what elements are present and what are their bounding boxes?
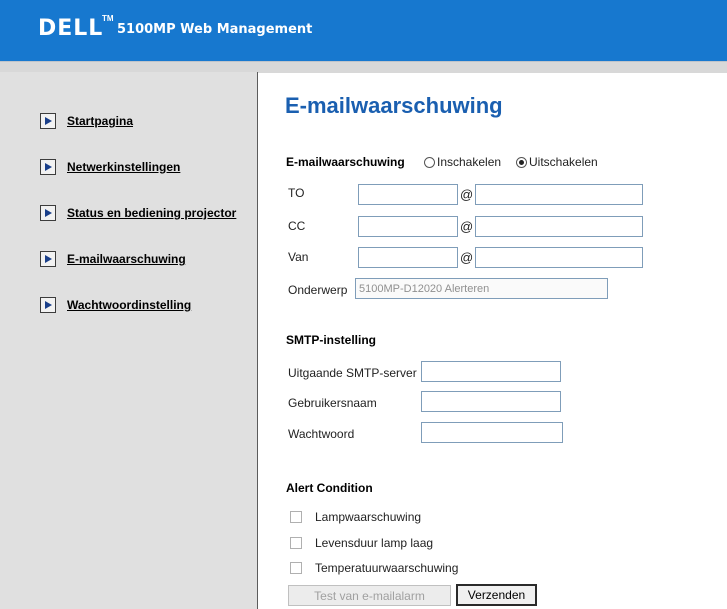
lamp-warning-label: Lampwaarschuwing: [315, 510, 422, 524]
play-arrow-icon: [40, 297, 56, 313]
alert-condition-heading: Alert Condition: [286, 481, 373, 495]
subject-input[interactable]: [355, 278, 608, 299]
cc-label: CC: [288, 219, 306, 233]
sidebar-item-label[interactable]: E-mailwaarschuwing: [67, 252, 186, 266]
lamp-life-label: Levensduur lamp laag: [315, 536, 434, 550]
radio-disable[interactable]: [516, 157, 527, 168]
sidebar-item-wachtwoordinstelling[interactable]: Wachtwoordinstelling: [40, 296, 191, 314]
radio-enable[interactable]: [424, 157, 435, 168]
play-arrow-icon: [40, 113, 56, 129]
to-label: TO: [288, 186, 305, 200]
at-symbol: @: [460, 219, 474, 234]
sidebar: Startpagina Netwerkinstellingen Status e…: [0, 72, 258, 609]
sidebar-item-startpagina[interactable]: Startpagina: [40, 112, 133, 130]
from-user-input[interactable]: [358, 247, 458, 268]
lamp-warning-checkbox[interactable]: [290, 511, 302, 523]
play-arrow-icon: [40, 251, 56, 267]
send-button[interactable]: Verzenden: [456, 584, 537, 606]
username-label: Gebruikersnaam: [288, 396, 377, 410]
radio-enable-label[interactable]: Inschakelen: [437, 155, 501, 169]
lamp-life-checkbox[interactable]: [290, 537, 302, 549]
password-label: Wachtwoord: [288, 427, 355, 441]
smtp-server-input[interactable]: [421, 361, 561, 382]
play-arrow-icon: [40, 159, 56, 175]
at-symbol: @: [460, 187, 474, 202]
smtp-server-label: Uitgaande SMTP-server: [288, 366, 417, 380]
sidebar-item-emailwaarschuwing[interactable]: E-mailwaarschuwing: [40, 250, 186, 268]
at-symbol: @: [460, 250, 474, 265]
username-input[interactable]: [421, 391, 561, 412]
to-user-input[interactable]: [358, 184, 458, 205]
sidebar-item-label[interactable]: Startpagina: [67, 114, 133, 128]
smtp-heading: SMTP-instelling: [286, 333, 376, 347]
temperature-warning-checkbox[interactable]: [290, 562, 302, 574]
sidebar-item-netwerkinstellingen[interactable]: Netwerkinstellingen: [40, 158, 180, 176]
sidebar-item-label[interactable]: Netwerkinstellingen: [67, 160, 180, 174]
sidebar-item-label[interactable]: Wachtwoordinstelling: [67, 298, 191, 312]
subject-label: Onderwerp: [288, 283, 348, 297]
email-alert-label: E-mailwaarschuwing: [286, 155, 405, 169]
app-title: 5100MP Web Management: [117, 22, 313, 37]
test-email-button[interactable]: Test van e-mailalarm: [288, 585, 451, 606]
cc-user-input[interactable]: [358, 216, 458, 237]
page-title: E-mailwaarschuwing: [285, 93, 503, 118]
from-domain-input[interactable]: [475, 247, 643, 268]
dell-logo: DELL: [38, 16, 104, 41]
to-domain-input[interactable]: [475, 184, 643, 205]
trademark-mark: TM: [102, 14, 114, 23]
play-arrow-icon: [40, 205, 56, 221]
temperature-warning-label: Temperatuurwaarschuwing: [315, 561, 459, 575]
radio-disable-label[interactable]: Uitschakelen: [529, 155, 598, 169]
sidebar-item-label[interactable]: Status en bediening projector: [67, 206, 236, 220]
from-label: Van: [288, 250, 309, 264]
password-input[interactable]: [421, 422, 563, 443]
cc-domain-input[interactable]: [475, 216, 643, 237]
header-banner: DELL TM 5100MP Web Management: [0, 0, 727, 61]
sidebar-item-status-projector[interactable]: Status en bediening projector: [40, 204, 236, 222]
